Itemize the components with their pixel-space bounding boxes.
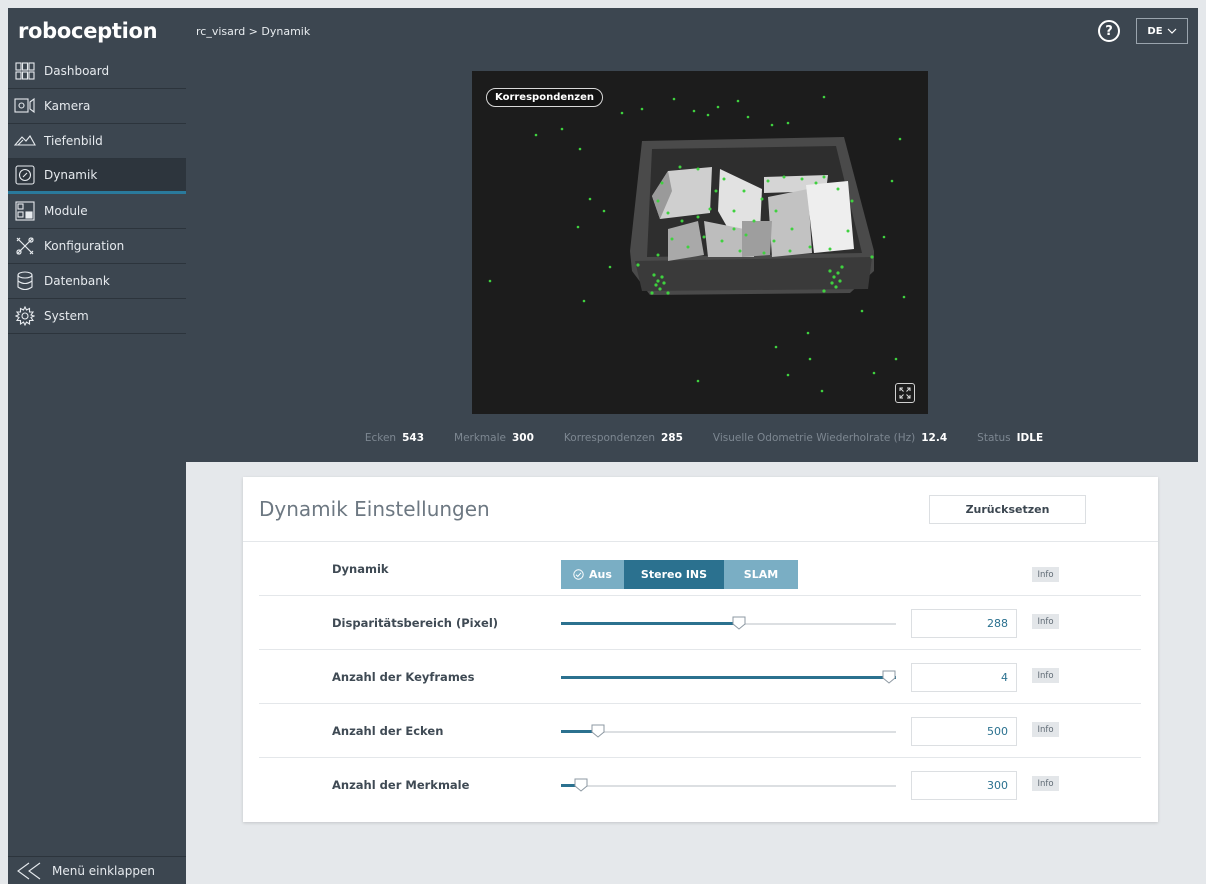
language-value: DE	[1147, 25, 1163, 37]
correspondences-toggle[interactable]: Korrespondenzen	[486, 88, 603, 107]
help-button[interactable]: ?	[1098, 20, 1120, 42]
sidebar: Dashboard Kamera Tiefenbild Dynamik Modu…	[8, 54, 186, 884]
stat-label-status: Status	[977, 432, 1011, 444]
sidebar-item-label: Module	[44, 204, 88, 218]
info-button[interactable]: Info	[1032, 668, 1059, 683]
disparity-input[interactable]: 288	[911, 609, 1017, 638]
configuration-icon	[14, 236, 36, 256]
features-slider[interactable]	[561, 778, 896, 792]
camera-icon	[14, 96, 36, 116]
mode-option-label: Aus	[589, 568, 612, 581]
mode-option-label: SLAM	[743, 568, 779, 581]
setting-row-features: Anzahl der Merkmale 300 Info	[259, 758, 1141, 812]
stat-label-merkmale: Merkmale	[454, 432, 506, 444]
gear-icon	[14, 306, 36, 326]
dynamics-icon	[14, 165, 36, 185]
disparity-slider[interactable]	[561, 616, 896, 630]
database-icon	[14, 271, 36, 291]
setting-label: Anzahl der Ecken	[332, 724, 444, 738]
stat-label-ecken: Ecken	[364, 432, 397, 444]
corners-input[interactable]: 500	[911, 717, 1017, 746]
dashboard-icon	[14, 61, 36, 81]
mode-option-stereo-ins[interactable]: Stereo INS	[624, 560, 724, 589]
mode-option-slam[interactable]: SLAM	[724, 560, 798, 589]
setting-row-keyframes: Anzahl der Keyframes 4 Info	[259, 650, 1141, 704]
depth-image-icon	[14, 131, 36, 151]
slider-thumb[interactable]	[574, 778, 588, 792]
sidebar-item-label: Kamera	[44, 99, 91, 113]
slider-thumb[interactable]	[882, 670, 896, 684]
mode-option-aus[interactable]: Aus	[561, 560, 624, 589]
sidebar-item-kamera[interactable]: Kamera	[8, 89, 186, 124]
dynamics-settings-card: Dynamik Einstellungen Zurücksetzen Dynam…	[243, 477, 1158, 822]
card-title: Dynamik Einstellungen	[259, 497, 490, 521]
sidebar-item-label: Konfiguration	[44, 239, 125, 253]
mode-option-label: Stereo INS	[640, 568, 708, 581]
language-select[interactable]: DE	[1136, 18, 1188, 44]
chevron-down-icon	[1167, 28, 1176, 34]
sidebar-item-label: Tiefenbild	[44, 134, 103, 148]
setting-label: Anzahl der Keyframes	[332, 670, 475, 684]
sidebar-item-datenbank[interactable]: Datenbank	[8, 264, 186, 299]
setting-label: Disparitätsbereich (Pixel)	[332, 616, 499, 630]
corners-slider[interactable]	[561, 724, 896, 738]
sidebar-item-module[interactable]: Module	[8, 194, 186, 229]
stat-value-ecken: 543	[402, 432, 425, 444]
stat-value-korrespondenzen: 285	[661, 432, 683, 444]
setting-row-disparity: Disparitätsbereich (Pixel) 288 Info	[259, 596, 1141, 650]
sidebar-item-tiefenbild[interactable]: Tiefenbild	[8, 124, 186, 159]
stat-value-odometry-rate: 12.4	[921, 432, 948, 444]
sidebar-item-label: Dynamik	[44, 168, 98, 182]
slider-thumb[interactable]	[732, 616, 746, 630]
slider-track	[561, 785, 896, 787]
info-button[interactable]: Info	[1032, 776, 1059, 791]
setting-label: Anzahl der Merkmale	[332, 778, 470, 792]
camera-image: Korrespondenzen	[472, 71, 928, 414]
slider-track	[561, 731, 896, 733]
stats-bar: Ecken 543 Merkmale 300 Korrespondenzen 2…	[186, 432, 1198, 444]
sidebar-item-label: Datenbank	[44, 274, 110, 288]
scene-image	[472, 71, 928, 414]
keyframes-input[interactable]: 4	[911, 663, 1017, 692]
breadcrumb: rc_visard > Dynamik	[196, 24, 311, 38]
stat-value-merkmale: 300	[511, 432, 534, 444]
setting-row-corners: Anzahl der Ecken 500 Info	[259, 704, 1141, 758]
top-bar: roboception rc_visard > Dynamik ? DE	[8, 8, 1198, 54]
image-panel: Korrespondenzen Ecken 543 Merkmale 300 K…	[186, 54, 1198, 462]
slider-thumb[interactable]	[591, 724, 605, 738]
reset-button[interactable]: Zurücksetzen	[929, 494, 1086, 524]
collapse-menu-label: Menü einklappen	[52, 863, 155, 878]
collapse-menu-button[interactable]: Menü einklappen	[8, 856, 186, 884]
sidebar-item-label: Dashboard	[44, 64, 110, 78]
sidebar-item-system[interactable]: System	[8, 299, 186, 334]
card-header: Dynamik Einstellungen Zurücksetzen	[243, 477, 1158, 542]
setting-label: Dynamik	[332, 562, 389, 576]
keyframes-slider[interactable]	[561, 670, 896, 684]
sidebar-item-label: System	[44, 309, 89, 323]
double-chevron-left-icon	[17, 862, 41, 879]
stat-value-status: IDLE	[1016, 432, 1044, 444]
sidebar-item-dashboard[interactable]: Dashboard	[8, 54, 186, 89]
dynamik-mode-selector: Aus Stereo INS SLAM	[561, 560, 798, 589]
setting-row-dynamik: Dynamik Aus Stereo INS SLAM Info	[259, 542, 1141, 596]
slider-fill	[561, 676, 896, 679]
features-input[interactable]: 300	[911, 771, 1017, 800]
stat-label-odometry-rate: Visuelle Odometrie Wiederholrate (Hz)	[712, 432, 916, 444]
sidebar-item-dynamik[interactable]: Dynamik	[8, 159, 186, 194]
modules-icon	[14, 201, 36, 221]
check-circle-icon	[573, 569, 584, 580]
help-icon: ?	[1105, 23, 1113, 39]
info-button[interactable]: Info	[1032, 614, 1059, 629]
slider-fill	[561, 622, 739, 625]
expand-icon	[899, 387, 911, 399]
sidebar-item-konfiguration[interactable]: Konfiguration	[8, 229, 186, 264]
info-button[interactable]: Info	[1032, 722, 1059, 737]
fullscreen-button[interactable]	[895, 383, 915, 403]
info-button[interactable]: Info	[1032, 567, 1059, 582]
stat-label-korrespondenzen: Korrespondenzen	[563, 432, 655, 444]
logo: roboception	[18, 19, 158, 43]
